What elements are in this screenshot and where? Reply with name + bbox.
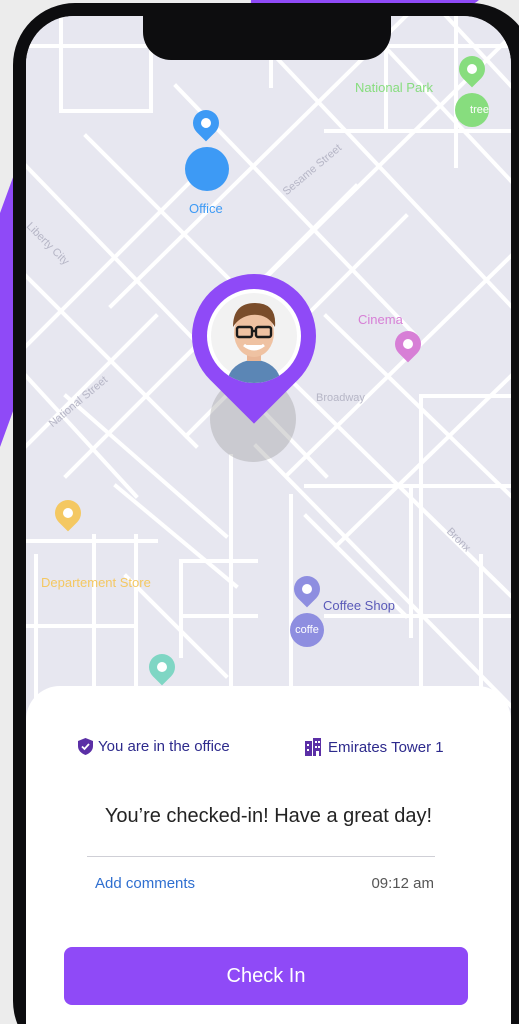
- building-name: Emirates Tower 1: [328, 738, 444, 756]
- avatar[interactable]: [207, 289, 301, 383]
- phone-notch: [143, 14, 391, 60]
- building-info: Emirates Tower 1: [304, 738, 444, 756]
- add-comments-link[interactable]: Add comments: [95, 875, 195, 892]
- office-status-text: You are in the office: [98, 738, 230, 755]
- place-label-cinema[interactable]: Cinema: [358, 312, 403, 327]
- office-marker[interactable]: [185, 147, 229, 191]
- check-in-time: 09:12 am: [371, 875, 434, 892]
- street-label-broadway: Broadway: [316, 392, 365, 404]
- avatar-face-icon: [211, 293, 297, 383]
- place-label-department-store[interactable]: Departement Store: [41, 575, 151, 590]
- tree-badge[interactable]: tree: [455, 93, 489, 127]
- place-label-coffee-shop[interactable]: Coffee Shop: [323, 598, 395, 613]
- divider: [87, 856, 435, 857]
- office-status: You are in the office: [78, 738, 230, 755]
- check-in-button[interactable]: Check In: [64, 947, 468, 1005]
- place-label-office[interactable]: Office: [189, 201, 223, 216]
- coffee-badge[interactable]: coffe: [290, 613, 324, 647]
- place-label-national-park[interactable]: National Park: [355, 80, 433, 95]
- building-icon: [305, 738, 321, 756]
- check-in-message: You’re checked-in! Have a great day!: [104, 805, 433, 827]
- verified-shield-icon: [78, 738, 93, 755]
- stage: Sesame Street Liberty City National Stre…: [0, 0, 519, 1024]
